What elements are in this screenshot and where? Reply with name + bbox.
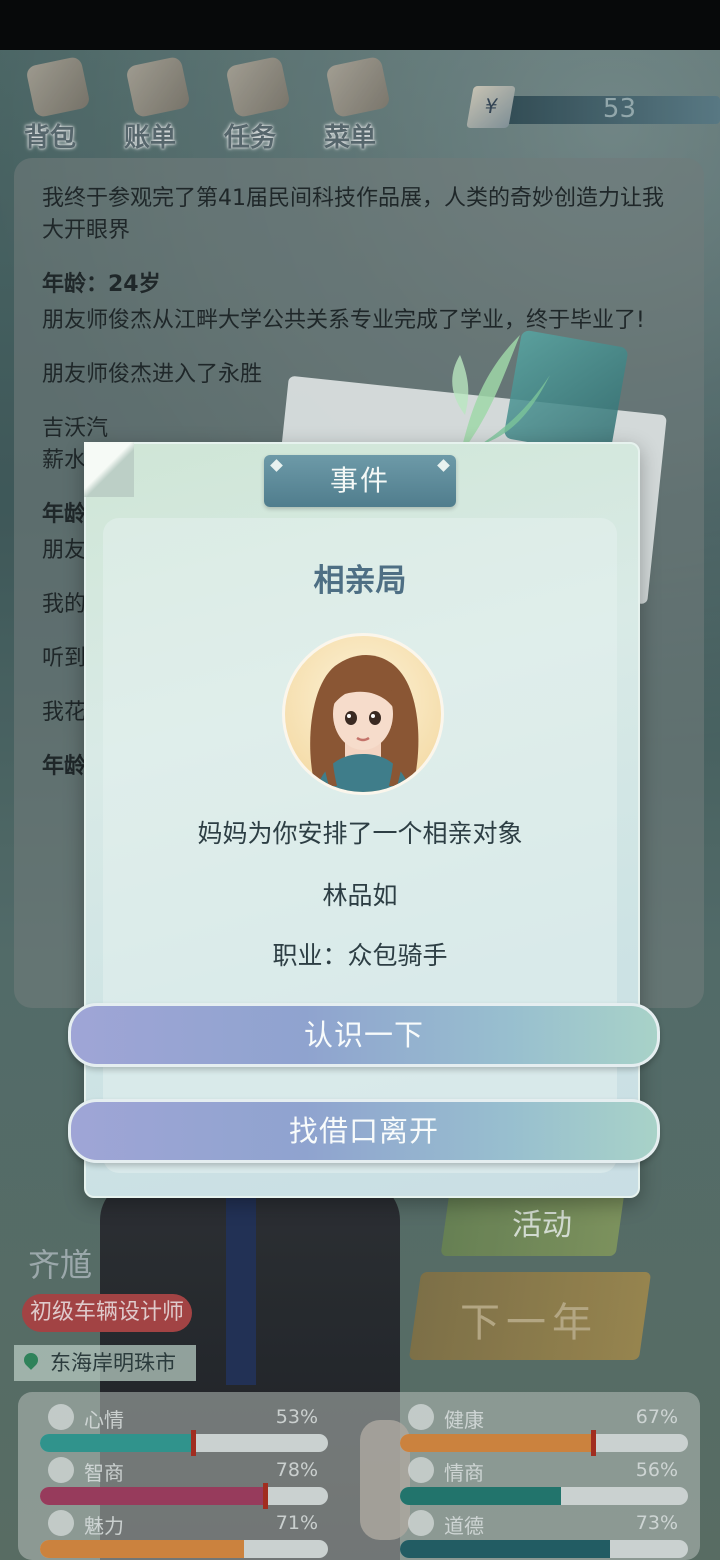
modal-page-curl: [84, 442, 134, 497]
leave-button-label: 找借口离开: [288, 1114, 439, 1148]
event-title: 相亲局: [313, 563, 407, 599]
date-person-job: 职业：众包骑手: [272, 941, 448, 970]
leave-button[interactable]: 找借口离开: [68, 1099, 660, 1163]
event-description: 妈妈为你安排了一个相亲对象: [197, 819, 523, 848]
game-screen: 背包 账单 任务 菜单 ¥ 53 我终于参观完了第41届民间科技作品展，人类的奇…: [0, 0, 720, 1560]
date-person-name: 林品如: [322, 881, 398, 910]
girl-portrait-icon: [310, 654, 419, 792]
modal-tab-label: 事件: [329, 464, 390, 497]
modal-tab: 事件: [264, 455, 456, 507]
meet-button[interactable]: 认识一下: [68, 1003, 660, 1067]
avatar: [282, 633, 444, 795]
meet-button-label: 认识一下: [303, 1018, 424, 1052]
